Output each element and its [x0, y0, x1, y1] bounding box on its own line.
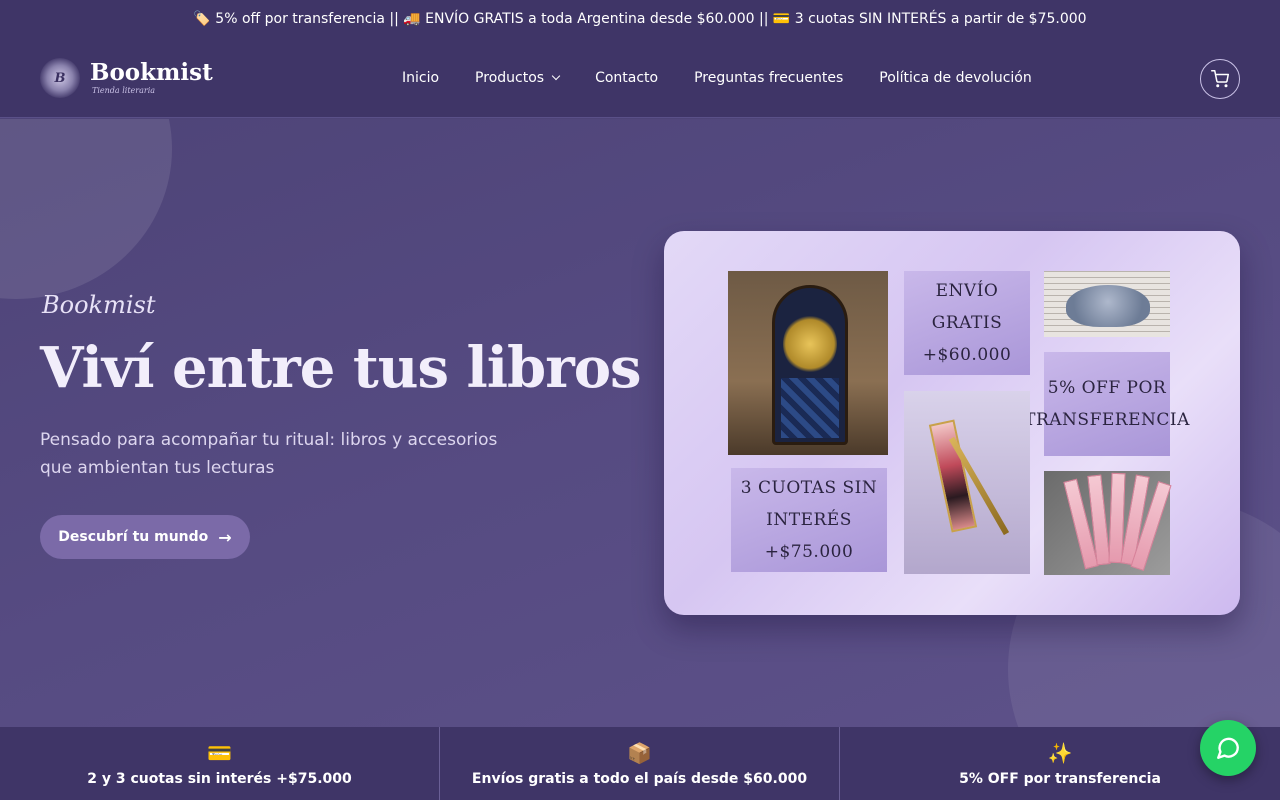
hero-subtitle: Pensado para acompañar tu ritual: libros… — [40, 430, 498, 478]
nav-item-contacto[interactable]: Contacto — [577, 70, 676, 86]
announcement-bar: 🏷️ 5% off por transferencia || 🚚 ENVÍO G… — [0, 0, 1280, 38]
main-nav: Inicio Productos Contacto Preguntas frec… — [384, 38, 1050, 118]
feature-envios: 📦 Envíos gratis a todo el país desde $60… — [440, 727, 840, 800]
whatsapp-icon — [1217, 737, 1239, 759]
hero-headline: Viví entre tus libros — [40, 335, 642, 401]
logo-tagline: Tienda literaria — [92, 86, 156, 95]
logo-name: Bookmist — [90, 59, 213, 86]
nav-item-preguntas-frecuentes[interactable]: Preguntas frecuentes — [676, 70, 861, 86]
bookmark-image — [904, 391, 1030, 574]
shopping-cart-icon — [1211, 70, 1229, 88]
arrow-right-icon: → — [218, 527, 232, 547]
package-icon: 📦 — [627, 740, 652, 765]
nav-item-politica-devolucion[interactable]: Política de devolución — [861, 70, 1049, 86]
promo-tile-transferencia: 5% OFF POR TRANSFERENCIA — [1024, 352, 1189, 456]
nav-item-productos[interactable]: Productos — [457, 70, 577, 86]
cart-button[interactable] — [1200, 59, 1240, 99]
features-bar: 💳 2 y 3 cuotas sin interés +$75.000 📦 En… — [0, 727, 1280, 800]
announcement-text: 🏷️ 5% off por transferencia || 🚚 ENVÍO G… — [193, 11, 1087, 27]
nav-item-inicio[interactable]: Inicio — [384, 70, 457, 86]
site-header: B Bookmist Tienda literaria Inicio Produ… — [0, 38, 1280, 118]
hero-eyebrow: Bookmist — [42, 291, 156, 319]
feature-cuotas: 💳 2 y 3 cuotas sin interés +$75.000 — [0, 727, 440, 800]
feature-label: Envíos gratis a todo el país desde $60.0… — [471, 770, 808, 787]
promo-card[interactable]: ENVÍO GRATIS +$60.000 5% OFF POR TRANSFE… — [664, 231, 1240, 615]
whatsapp-button[interactable] — [1200, 720, 1256, 776]
logo-mark-icon: B — [40, 58, 80, 98]
promo-tile-envio-gratis: ENVÍO GRATIS +$60.000 — [904, 271, 1030, 375]
feature-label: 5% OFF por transferencia — [959, 770, 1161, 787]
discover-button[interactable]: Descubrí tu mundo → — [40, 515, 250, 559]
stained-glass-window-image — [728, 271, 888, 455]
rulers-image — [1044, 471, 1172, 575]
hero-section: Bookmist Viví entre tus libros Pensado p… — [0, 119, 1280, 727]
feature-label: 2 y 3 cuotas sin interés +$75.000 — [87, 770, 352, 787]
book-holder-image — [1044, 271, 1170, 337]
sparkles-icon: ✨ — [1047, 740, 1073, 765]
credit-card-icon: 💳 — [207, 740, 232, 765]
chevron-down-icon — [551, 71, 561, 81]
decorative-circle — [0, 119, 172, 299]
logo[interactable]: B Bookmist Tienda literaria — [40, 58, 213, 98]
promo-tile-cuotas: 3 CUOTAS SIN INTERÉS +$75.000 — [731, 468, 887, 572]
